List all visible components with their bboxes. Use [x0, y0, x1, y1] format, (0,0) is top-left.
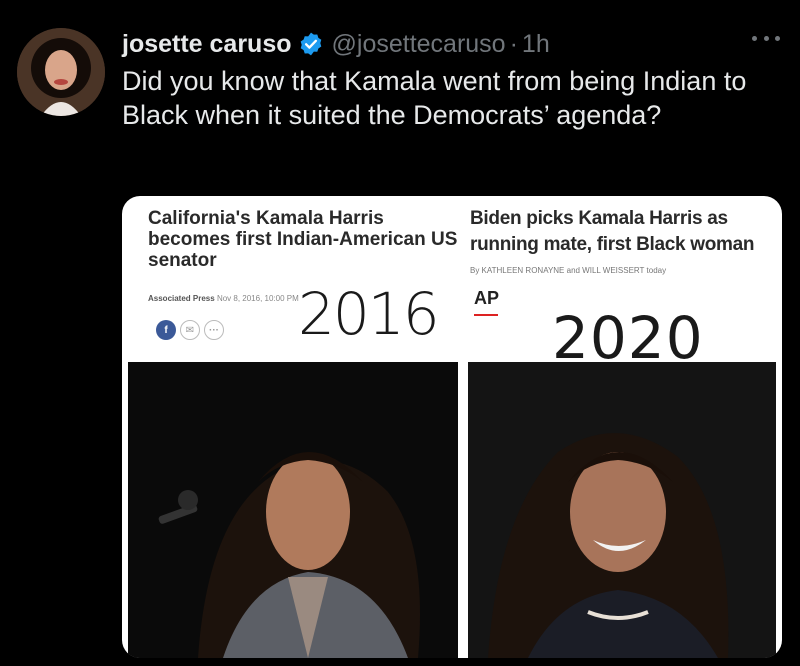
- ap-logo: AP: [474, 288, 500, 308]
- more-dot: [752, 35, 757, 41]
- share-icons: f ✉ ···: [156, 320, 224, 340]
- left-source-line: Associated Press Nov 8, 2016, 10:00 PM: [148, 294, 299, 303]
- photo-2020: [468, 362, 776, 658]
- avatar[interactable]: [17, 28, 105, 116]
- more-options-icon[interactable]: [752, 28, 780, 48]
- handle[interactable]: @josettecaruso: [332, 30, 506, 59]
- left-headline: California's Kamala Harris becomes first…: [148, 208, 458, 271]
- tweet-header: josette caruso @josettecaruso · 1h: [122, 26, 550, 62]
- mail-icon: ✉: [180, 320, 200, 340]
- facebook-icon: f: [156, 320, 176, 340]
- left-source: Associated Press: [148, 294, 215, 303]
- more-dot: [775, 35, 780, 41]
- right-headline: Biden picks Kamala Harris as running mat…: [470, 208, 755, 255]
- byline-time: today: [646, 266, 667, 275]
- left-date: Nov 8, 2016, 10:00 PM: [216, 294, 299, 303]
- verified-badge-icon: [300, 32, 321, 56]
- more-dot: [763, 35, 769, 41]
- tweet-media-image[interactable]: California's Kamala Harris becomes first…: [122, 196, 782, 658]
- photo-2016: [128, 362, 458, 658]
- right-byline: By KATHLEEN RONAYNE and WILL WEISSERT to…: [470, 266, 666, 275]
- more-share-icon: ···: [204, 320, 224, 340]
- separator-dot: ·: [509, 29, 518, 58]
- tweet-text: Did you know that Kamala went from being…: [122, 66, 747, 130]
- byline-authors: By KATHLEEN RONAYNE and WILL WEISSERT: [470, 266, 645, 275]
- display-name[interactable]: josette caruso: [122, 30, 292, 59]
- year-2016-label: 2016: [298, 280, 440, 348]
- ap-underline: [474, 314, 498, 316]
- timestamp[interactable]: 1h: [522, 30, 550, 59]
